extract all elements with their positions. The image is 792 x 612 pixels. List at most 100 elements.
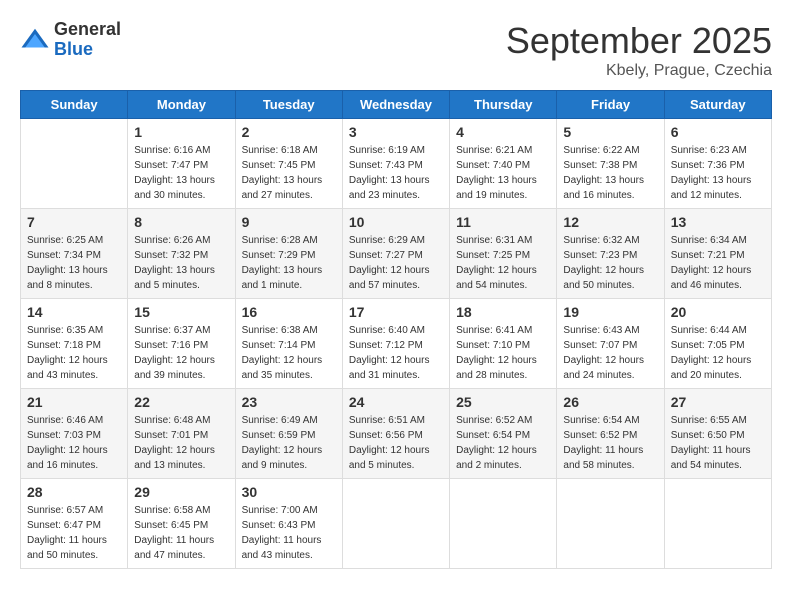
day-number: 4 xyxy=(456,124,550,140)
calendar-cell: 27 Sunrise: 6:55 AMSunset: 6:50 PMDayligh… xyxy=(664,389,771,479)
day-number: 25 xyxy=(456,394,550,410)
day-number: 2 xyxy=(242,124,336,140)
day-number: 7 xyxy=(27,214,121,230)
calendar-table: SundayMondayTuesdayWednesdayThursdayFrid… xyxy=(20,90,772,569)
day-number: 29 xyxy=(134,484,228,500)
calendar-cell: 6Sunrise: 6:23 AMSunset: 7:36 PMDaylight… xyxy=(664,119,771,209)
calendar-cell: 21 Sunrise: 6:46 AMSunset: 7:03 PMDayligh… xyxy=(21,389,128,479)
day-number: 10 xyxy=(349,214,443,230)
day-number: 23 xyxy=(242,394,336,410)
calendar-week-row: 7 Sunrise: 6:25 AMSunset: 7:34 PMDaylight… xyxy=(21,209,772,299)
calendar-cell xyxy=(557,479,664,569)
day-number: 13 xyxy=(671,214,765,230)
day-number: 27 xyxy=(671,394,765,410)
title-section: September 2025 Kbely, Prague, Czechia xyxy=(506,20,772,80)
day-number: 9 xyxy=(242,214,336,230)
day-header-saturday: Saturday xyxy=(664,91,771,119)
day-info: Sunrise: 6:37 AMSunset: 7:16 PMDaylight:… xyxy=(134,323,228,383)
calendar-cell: 7 Sunrise: 6:25 AMSunset: 7:34 PMDaylight… xyxy=(21,209,128,299)
calendar-cell: 23 Sunrise: 6:49 AMSunset: 6:59 PMDayligh… xyxy=(235,389,342,479)
day-header-sunday: Sunday xyxy=(21,91,128,119)
month-title: September 2025 xyxy=(506,20,772,62)
day-info: Sunrise: 6:55 AMSunset: 6:50 PMDaylight:… xyxy=(671,413,765,473)
day-info: Sunrise: 6:44 AMSunset: 7:05 PMDaylight:… xyxy=(671,323,765,383)
calendar-cell: 10 Sunrise: 6:29 AMSunset: 7:27 PMDayligh… xyxy=(342,209,449,299)
day-info: Sunrise: 6:22 AMSunset: 7:38 PMDaylight:… xyxy=(563,143,657,203)
day-info: Sunrise: 6:41 AMSunset: 7:10 PMDaylight:… xyxy=(456,323,550,383)
day-info: Sunrise: 6:18 AMSunset: 7:45 PMDaylight:… xyxy=(242,143,336,203)
day-number: 1 xyxy=(134,124,228,140)
calendar-cell: 16 Sunrise: 6:38 AMSunset: 7:14 PMDayligh… xyxy=(235,299,342,389)
calendar-cell: 26 Sunrise: 6:54 AMSunset: 6:52 PMDayligh… xyxy=(557,389,664,479)
day-info: Sunrise: 6:48 AMSunset: 7:01 PMDaylight:… xyxy=(134,413,228,473)
day-number: 22 xyxy=(134,394,228,410)
calendar-cell: 29 Sunrise: 6:58 AMSunset: 6:45 PMDayligh… xyxy=(128,479,235,569)
day-number: 12 xyxy=(563,214,657,230)
day-info: Sunrise: 7:00 AMSunset: 6:43 PMDaylight:… xyxy=(242,503,336,563)
day-number: 19 xyxy=(563,304,657,320)
day-number: 20 xyxy=(671,304,765,320)
day-number: 24 xyxy=(349,394,443,410)
day-info: Sunrise: 6:21 AMSunset: 7:40 PMDaylight:… xyxy=(456,143,550,203)
calendar-cell xyxy=(21,119,128,209)
day-info: Sunrise: 6:35 AMSunset: 7:18 PMDaylight:… xyxy=(27,323,121,383)
calendar-cell: 19 Sunrise: 6:43 AMSunset: 7:07 PMDayligh… xyxy=(557,299,664,389)
day-info: Sunrise: 6:38 AMSunset: 7:14 PMDaylight:… xyxy=(242,323,336,383)
day-number: 26 xyxy=(563,394,657,410)
calendar-cell: 14 Sunrise: 6:35 AMSunset: 7:18 PMDayligh… xyxy=(21,299,128,389)
day-header-tuesday: Tuesday xyxy=(235,91,342,119)
logo-text: General Blue xyxy=(54,20,121,60)
day-header-wednesday: Wednesday xyxy=(342,91,449,119)
calendar-week-row: 14 Sunrise: 6:35 AMSunset: 7:18 PMDayligh… xyxy=(21,299,772,389)
calendar-cell: 20 Sunrise: 6:44 AMSunset: 7:05 PMDayligh… xyxy=(664,299,771,389)
calendar-cell xyxy=(450,479,557,569)
calendar-cell: 24Sunrise: 6:51 AMSunset: 6:56 PMDayligh… xyxy=(342,389,449,479)
calendar-cell: 1Sunrise: 6:16 AMSunset: 7:47 PMDaylight… xyxy=(128,119,235,209)
day-info: Sunrise: 6:58 AMSunset: 6:45 PMDaylight:… xyxy=(134,503,228,563)
calendar-cell: 8 Sunrise: 6:26 AMSunset: 7:32 PMDaylight… xyxy=(128,209,235,299)
day-info: Sunrise: 6:40 AMSunset: 7:12 PMDaylight:… xyxy=(349,323,443,383)
day-info: Sunrise: 6:19 AMSunset: 7:43 PMDaylight:… xyxy=(349,143,443,203)
day-info: Sunrise: 6:26 AMSunset: 7:32 PMDaylight:… xyxy=(134,233,228,293)
day-info: Sunrise: 6:54 AMSunset: 6:52 PMDaylight:… xyxy=(563,413,657,473)
day-info: Sunrise: 6:28 AMSunset: 7:29 PMDaylight:… xyxy=(242,233,336,293)
logo-general-text: General xyxy=(54,20,121,40)
logo: General Blue xyxy=(20,20,121,60)
day-info: Sunrise: 6:57 AMSunset: 6:47 PMDaylight:… xyxy=(27,503,121,563)
day-header-thursday: Thursday xyxy=(450,91,557,119)
day-info: Sunrise: 6:29 AMSunset: 7:27 PMDaylight:… xyxy=(349,233,443,293)
day-number: 18 xyxy=(456,304,550,320)
day-info: Sunrise: 6:52 AMSunset: 6:54 PMDaylight:… xyxy=(456,413,550,473)
calendar-cell: 5Sunrise: 6:22 AMSunset: 7:38 PMDaylight… xyxy=(557,119,664,209)
logo-icon xyxy=(20,25,50,55)
day-number: 17 xyxy=(349,304,443,320)
day-number: 30 xyxy=(242,484,336,500)
calendar-cell: 3 Sunrise: 6:19 AMSunset: 7:43 PMDaylight… xyxy=(342,119,449,209)
calendar-cell: 17 Sunrise: 6:40 AMSunset: 7:12 PMDayligh… xyxy=(342,299,449,389)
day-number: 8 xyxy=(134,214,228,230)
calendar-cell: 12Sunrise: 6:32 AMSunset: 7:23 PMDayligh… xyxy=(557,209,664,299)
calendar-cell: 11 Sunrise: 6:31 AMSunset: 7:25 PMDayligh… xyxy=(450,209,557,299)
day-info: Sunrise: 6:43 AMSunset: 7:07 PMDaylight:… xyxy=(563,323,657,383)
calendar-week-row: 21 Sunrise: 6:46 AMSunset: 7:03 PMDayligh… xyxy=(21,389,772,479)
day-header-monday: Monday xyxy=(128,91,235,119)
day-number: 16 xyxy=(242,304,336,320)
day-info: Sunrise: 6:25 AMSunset: 7:34 PMDaylight:… xyxy=(27,233,121,293)
day-info: Sunrise: 6:49 AMSunset: 6:59 PMDaylight:… xyxy=(242,413,336,473)
calendar-cell: 4 Sunrise: 6:21 AMSunset: 7:40 PMDaylight… xyxy=(450,119,557,209)
day-number: 21 xyxy=(27,394,121,410)
day-info: Sunrise: 6:46 AMSunset: 7:03 PMDaylight:… xyxy=(27,413,121,473)
calendar-cell: 9 Sunrise: 6:28 AMSunset: 7:29 PMDaylight… xyxy=(235,209,342,299)
calendar-cell: 18 Sunrise: 6:41 AMSunset: 7:10 PMDayligh… xyxy=(450,299,557,389)
calendar-cell: 28Sunrise: 6:57 AMSunset: 6:47 PMDayligh… xyxy=(21,479,128,569)
calendar-cell: 2 Sunrise: 6:18 AMSunset: 7:45 PMDaylight… xyxy=(235,119,342,209)
day-info: Sunrise: 6:31 AMSunset: 7:25 PMDaylight:… xyxy=(456,233,550,293)
day-number: 3 xyxy=(349,124,443,140)
day-number: 14 xyxy=(27,304,121,320)
day-info: Sunrise: 6:23 AMSunset: 7:36 PMDaylight:… xyxy=(671,143,765,203)
day-number: 15 xyxy=(134,304,228,320)
calendar-cell: 30 Sunrise: 7:00 AMSunset: 6:43 PMDayligh… xyxy=(235,479,342,569)
day-number: 11 xyxy=(456,214,550,230)
day-info: Sunrise: 6:34 AMSunset: 7:21 PMDaylight:… xyxy=(671,233,765,293)
calendar-cell: 25 Sunrise: 6:52 AMSunset: 6:54 PMDayligh… xyxy=(450,389,557,479)
